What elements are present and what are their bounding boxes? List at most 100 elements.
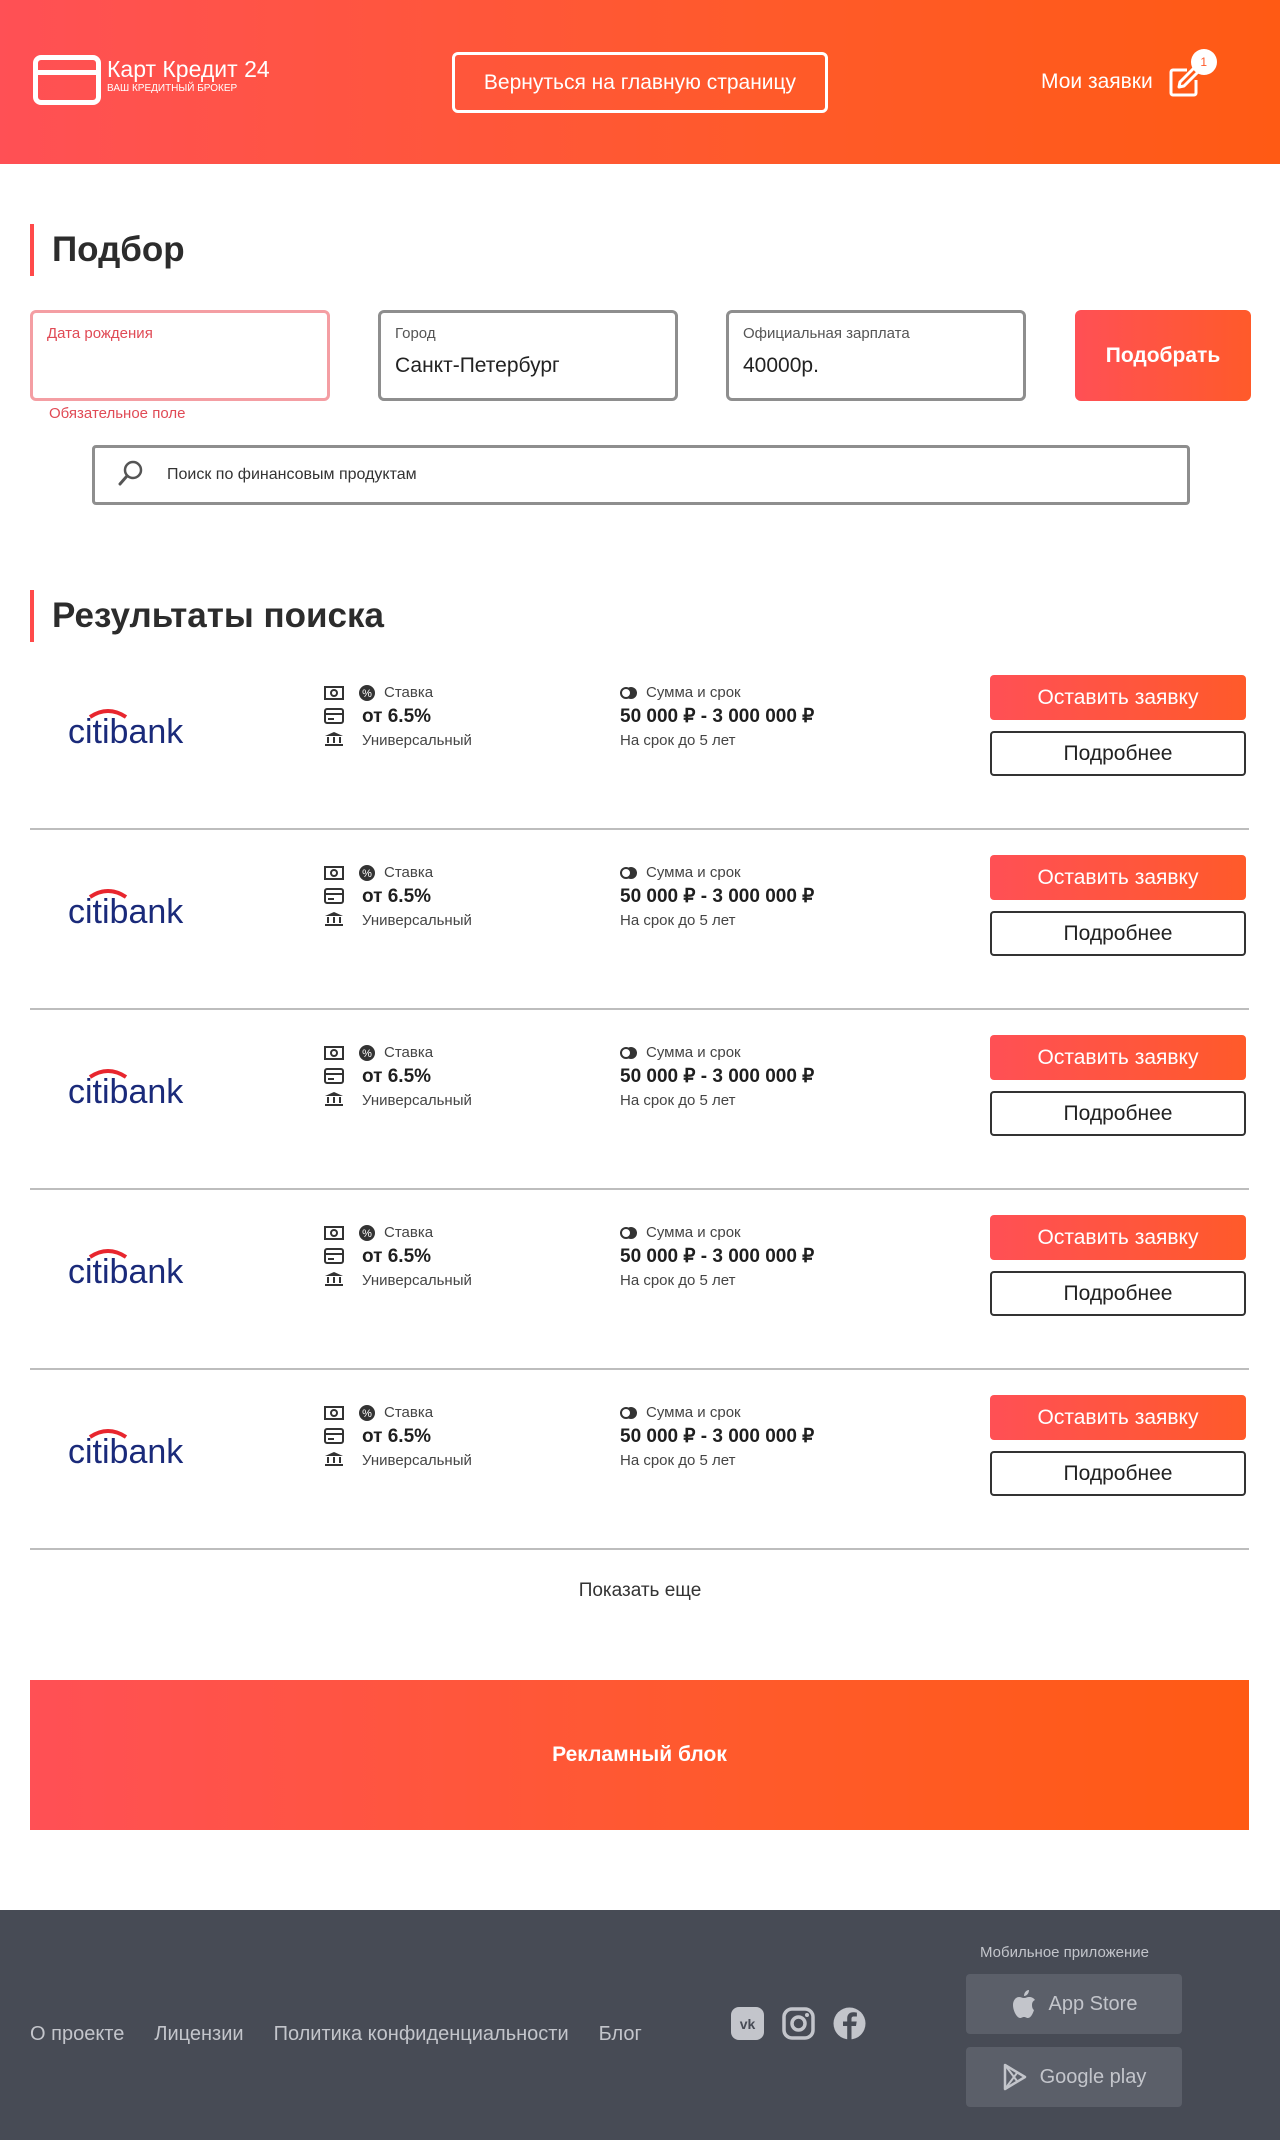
result-row: citibank % Ставка от 6.5% Универсальный bbox=[30, 650, 1249, 830]
details-button[interactable]: Подробнее bbox=[990, 1091, 1246, 1136]
filter-title: Подбор bbox=[30, 224, 185, 276]
citibank-logo: citibank bbox=[68, 1421, 198, 1471]
card-icon bbox=[324, 1248, 344, 1264]
show-more-link[interactable]: Показать еще bbox=[0, 1580, 1280, 1602]
bank-logo-text: citibank bbox=[68, 1253, 184, 1291]
my-applications-link[interactable]: Мои заявки 1 bbox=[1041, 49, 1217, 104]
product-type: Универсальный bbox=[362, 1272, 472, 1289]
logo-title: Карт Кредит 24 bbox=[107, 56, 270, 82]
bank-icon bbox=[325, 1272, 343, 1286]
search-placeholder: Поиск по финансовым продуктам bbox=[167, 466, 417, 483]
notification-badge: 1 bbox=[1190, 49, 1217, 75]
bank-logo-text: citibank bbox=[68, 713, 184, 751]
product-type: Универсальный bbox=[362, 732, 472, 749]
apply-button[interactable]: Оставить заявку bbox=[990, 675, 1246, 720]
instagram-icon[interactable] bbox=[781, 2006, 816, 2041]
rate-label: Ставка bbox=[384, 1404, 434, 1421]
my-applications-label: Мои заявки bbox=[1041, 70, 1153, 93]
apply-button[interactable]: Оставить заявку bbox=[990, 1395, 1246, 1440]
search-input[interactable]: Поиск по финансовым продуктам bbox=[92, 445, 1190, 505]
sum-label: Сумма и срок bbox=[646, 1404, 741, 1421]
sum-value: 50 000 ₽ - 3 000 000 ₽ bbox=[620, 1426, 815, 1447]
citibank-logo: citibank bbox=[68, 881, 198, 931]
facebook-icon[interactable] bbox=[832, 2006, 867, 2041]
result-row: citibank % Ставка от 6.5% Универсальный bbox=[30, 1190, 1249, 1370]
footer-link-privacy[interactable]: Политика конфиденциальности bbox=[274, 2023, 569, 2046]
rate-value: от 6.5% bbox=[362, 706, 432, 727]
citibank-logo: citibank bbox=[68, 1061, 198, 1111]
sum-label: Сумма и срок bbox=[646, 1224, 741, 1241]
product-type: Универсальный bbox=[362, 912, 472, 929]
home-button[interactable]: Вернуться на главную страницу bbox=[452, 52, 828, 113]
birth-date-field[interactable]: Дата рождения bbox=[30, 310, 330, 401]
site-logo[interactable]: Карт Кредит 24 ВАШ КРЕДИТНЫЙ БРОКЕР bbox=[33, 55, 270, 105]
term-value: На срок до 5 лет bbox=[620, 1272, 736, 1289]
details-button[interactable]: Подробнее bbox=[990, 731, 1246, 776]
salary-value: 40000р. bbox=[743, 354, 819, 377]
site-header: Карт Кредит 24 ВАШ КРЕДИТНЫЙ БРОКЕР Верн… bbox=[0, 0, 1280, 164]
app-store-label: App Store bbox=[1048, 1992, 1138, 2015]
results-title: Результаты поиска bbox=[30, 590, 384, 642]
footer-link-about[interactable]: О проекте bbox=[30, 2023, 124, 2046]
sum-value: 50 000 ₽ - 3 000 000 ₽ bbox=[620, 706, 815, 727]
google-play-label: Google play bbox=[1039, 2065, 1147, 2088]
search-icon bbox=[117, 459, 145, 492]
city-value: Санкт-Петербург bbox=[395, 354, 560, 377]
term-value: На срок до 5 лет bbox=[620, 732, 736, 749]
money-icon bbox=[324, 1046, 344, 1060]
sum-value: 50 000 ₽ - 3 000 000 ₽ bbox=[620, 1066, 815, 1087]
result-row: citibank % Ставка от 6.5% Универсальный bbox=[30, 830, 1249, 1010]
card-icon bbox=[324, 1428, 344, 1444]
percent-badge-icon: % bbox=[359, 865, 375, 881]
svg-text:%: % bbox=[362, 1228, 372, 1240]
footer-link-blog[interactable]: Блог bbox=[599, 2023, 642, 2046]
coins-icon bbox=[620, 1047, 637, 1059]
percent-badge-icon: % bbox=[359, 685, 375, 701]
product-type: Универсальный bbox=[362, 1452, 472, 1469]
logo-subtitle: ВАШ КРЕДИТНЫЙ БРОКЕР bbox=[107, 83, 238, 94]
city-field[interactable]: Город Санкт-Петербург bbox=[378, 310, 678, 401]
pick-button[interactable]: Подобрать bbox=[1075, 310, 1251, 401]
term-value: На срок до 5 лет bbox=[620, 1092, 736, 1109]
rate-value: от 6.5% bbox=[362, 1426, 432, 1447]
google-play-button[interactable]: Google play bbox=[966, 2047, 1182, 2107]
rate-label: Ставка bbox=[384, 684, 434, 701]
app-store-button[interactable]: App Store bbox=[966, 1974, 1182, 2034]
details-button[interactable]: Подробнее bbox=[990, 1451, 1246, 1496]
ad-block[interactable]: Рекламный блок bbox=[30, 1680, 1249, 1830]
money-icon bbox=[324, 1406, 344, 1420]
card-icon bbox=[324, 888, 344, 904]
rate-value: от 6.5% bbox=[362, 1066, 432, 1087]
term-value: На срок до 5 лет bbox=[620, 912, 736, 929]
svg-text:%: % bbox=[362, 1048, 372, 1060]
rate-label: Ставка bbox=[384, 1224, 434, 1241]
details-button[interactable]: Подробнее bbox=[990, 911, 1246, 956]
bank-icon bbox=[325, 1452, 343, 1466]
bank-icon bbox=[325, 1092, 343, 1106]
sum-value: 50 000 ₽ - 3 000 000 ₽ bbox=[620, 886, 815, 907]
money-icon bbox=[324, 686, 344, 700]
social-links: vk bbox=[730, 2006, 867, 2041]
sum-value: 50 000 ₽ - 3 000 000 ₽ bbox=[620, 1246, 815, 1267]
product-type: Универсальный bbox=[362, 1092, 472, 1109]
rate-label: Ставка bbox=[384, 1044, 434, 1061]
apply-button[interactable]: Оставить заявку bbox=[990, 855, 1246, 900]
footer-link-licenses[interactable]: Лицензии bbox=[154, 2023, 243, 2046]
term-value: На срок до 5 лет bbox=[620, 1452, 736, 1469]
vk-icon[interactable]: vk bbox=[730, 2006, 765, 2041]
mobile-app-caption: Мобильное приложение bbox=[980, 1944, 1149, 1961]
salary-field[interactable]: Официальная зарплата 40000р. bbox=[726, 310, 1026, 401]
svg-text:%: % bbox=[362, 1408, 372, 1420]
percent-badge-icon: % bbox=[359, 1405, 375, 1421]
apple-icon bbox=[1012, 1990, 1035, 2018]
svg-text:%: % bbox=[362, 868, 372, 880]
apply-button[interactable]: Оставить заявку bbox=[990, 1215, 1246, 1260]
apply-button[interactable]: Оставить заявку bbox=[990, 1035, 1246, 1080]
details-button[interactable]: Подробнее bbox=[990, 1271, 1246, 1316]
sum-label: Сумма и срок bbox=[646, 864, 741, 881]
citibank-logo: citibank bbox=[68, 701, 198, 751]
bank-icon bbox=[325, 912, 343, 926]
bank-logo-text: citibank bbox=[68, 893, 184, 931]
coins-icon bbox=[620, 687, 637, 699]
city-label: Город bbox=[395, 325, 436, 342]
